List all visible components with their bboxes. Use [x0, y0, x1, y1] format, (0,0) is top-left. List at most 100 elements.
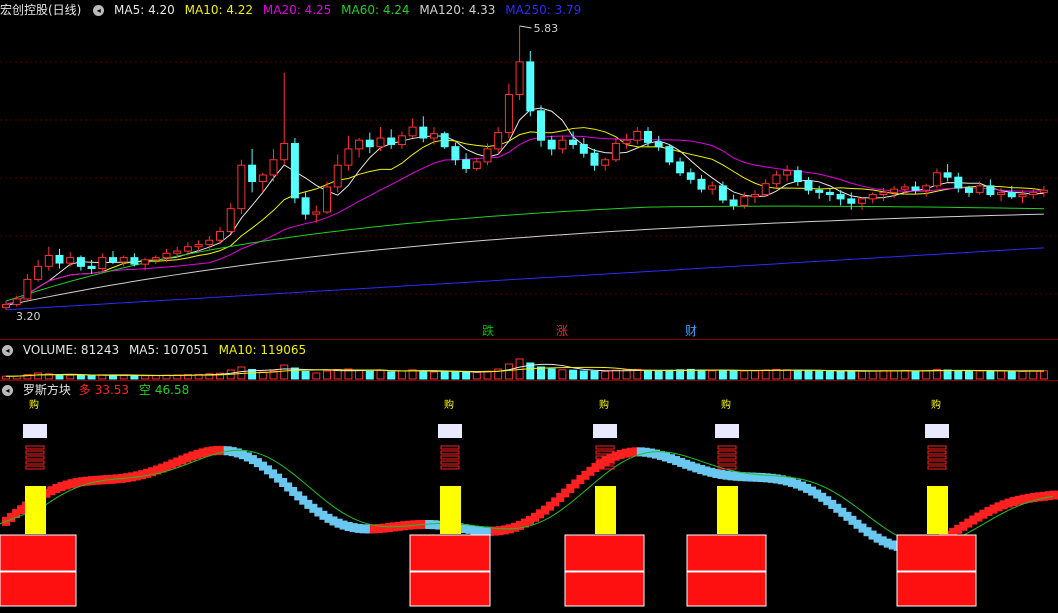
signal-ladder	[717, 455, 737, 460]
candle-body	[1029, 191, 1038, 196]
candle-body	[301, 197, 310, 215]
volume-bar	[997, 370, 1006, 380]
candle-body	[472, 161, 481, 169]
signal-ladder	[717, 460, 737, 465]
volume-bar	[611, 369, 620, 380]
signal-ladder	[927, 455, 947, 460]
signal-block-top	[896, 534, 977, 572]
ma60-line	[5, 205, 1044, 302]
volume-bar	[355, 370, 364, 380]
candle-body	[34, 265, 43, 280]
volume-bar	[740, 370, 749, 380]
signal-ladder	[25, 445, 45, 450]
candle-body	[965, 187, 973, 193]
volume-bar	[504, 363, 513, 380]
volume-bar	[280, 364, 289, 380]
volume-bar	[109, 374, 117, 380]
buy-signal-label: 购	[444, 398, 454, 411]
signal-bar	[927, 486, 948, 534]
volume-bar	[793, 369, 802, 380]
candle-body	[997, 191, 1006, 196]
candle-body	[387, 137, 396, 146]
volume-bar	[825, 370, 834, 380]
volume-bar	[397, 370, 406, 380]
volume-bar	[922, 370, 931, 380]
buy-signal-label: 购	[599, 398, 609, 411]
signal-ladder	[440, 465, 460, 470]
candle-body	[590, 152, 599, 166]
candle-body	[665, 146, 674, 163]
signal-ladder	[927, 445, 947, 450]
volume-bar	[558, 369, 567, 380]
signal-box	[438, 424, 462, 438]
candle-body	[558, 139, 567, 150]
candle-body	[162, 252, 171, 259]
signal-block-bottom	[564, 571, 645, 607]
low-price-label: 3.20	[16, 310, 41, 323]
candle-body	[483, 148, 492, 163]
signal-ladder	[25, 465, 45, 470]
candle-body	[141, 259, 150, 265]
volume-bar	[141, 375, 150, 380]
signal-ladder	[25, 460, 45, 465]
candle-body	[109, 257, 117, 263]
buy-signal-label: 购	[29, 398, 39, 411]
volume-bar	[697, 369, 706, 380]
oscillator-step	[1049, 490, 1058, 500]
candle-body	[280, 142, 289, 161]
signal-ladder	[440, 450, 460, 455]
candle-body	[686, 172, 695, 180]
candle-body	[836, 194, 845, 200]
volume-bar	[323, 370, 331, 380]
candle-body	[376, 137, 385, 148]
candle-body	[130, 257, 139, 265]
volume-bar	[868, 370, 877, 380]
volume-bar	[1007, 370, 1016, 380]
candle-body	[333, 164, 342, 188]
volume-bar	[462, 371, 471, 380]
volume-bar	[943, 369, 952, 380]
candle-body	[793, 170, 802, 183]
volume-bar	[1018, 370, 1027, 380]
candle-body	[676, 161, 685, 174]
candle-body	[23, 278, 32, 300]
candle-body	[365, 139, 374, 148]
candle-body	[494, 132, 503, 150]
signal-box	[715, 424, 739, 438]
volume-bar	[622, 369, 631, 380]
volume-bar	[365, 370, 374, 380]
volume-bar	[569, 369, 578, 380]
signal-ladder	[595, 445, 615, 450]
candle-body	[344, 148, 353, 166]
candle-body	[462, 159, 471, 169]
candle-body	[1018, 194, 1027, 198]
signal-block-bottom	[409, 571, 491, 607]
volume-bar	[858, 370, 866, 380]
volume-bar	[301, 371, 310, 380]
signal-ladder	[717, 445, 737, 450]
volume-bar	[879, 370, 888, 380]
candle-body	[772, 174, 781, 185]
candle-body	[900, 186, 909, 190]
chart-canvas[interactable]: 5.83 3.20 购 购 购 购 购	[0, 0, 1058, 613]
candle-body	[547, 139, 556, 150]
candle-body	[932, 172, 941, 187]
candle-body	[708, 185, 717, 190]
candle-body	[718, 185, 727, 201]
signal-block-bottom	[896, 571, 977, 607]
candle-body	[397, 135, 406, 146]
candle-body	[430, 133, 438, 139]
candle-body	[515, 61, 524, 96]
signal-ladder	[927, 460, 947, 465]
volume-bar	[76, 375, 85, 380]
candle-body	[783, 170, 792, 176]
volume-bar	[761, 369, 770, 380]
candle-body	[173, 250, 182, 254]
candle-body	[194, 244, 203, 248]
volume-bar	[900, 369, 909, 380]
volume-bar	[783, 369, 792, 380]
candle-body	[740, 196, 749, 206]
volume-bar	[718, 369, 727, 380]
candle-body	[226, 208, 235, 233]
volume-bar	[665, 369, 674, 380]
